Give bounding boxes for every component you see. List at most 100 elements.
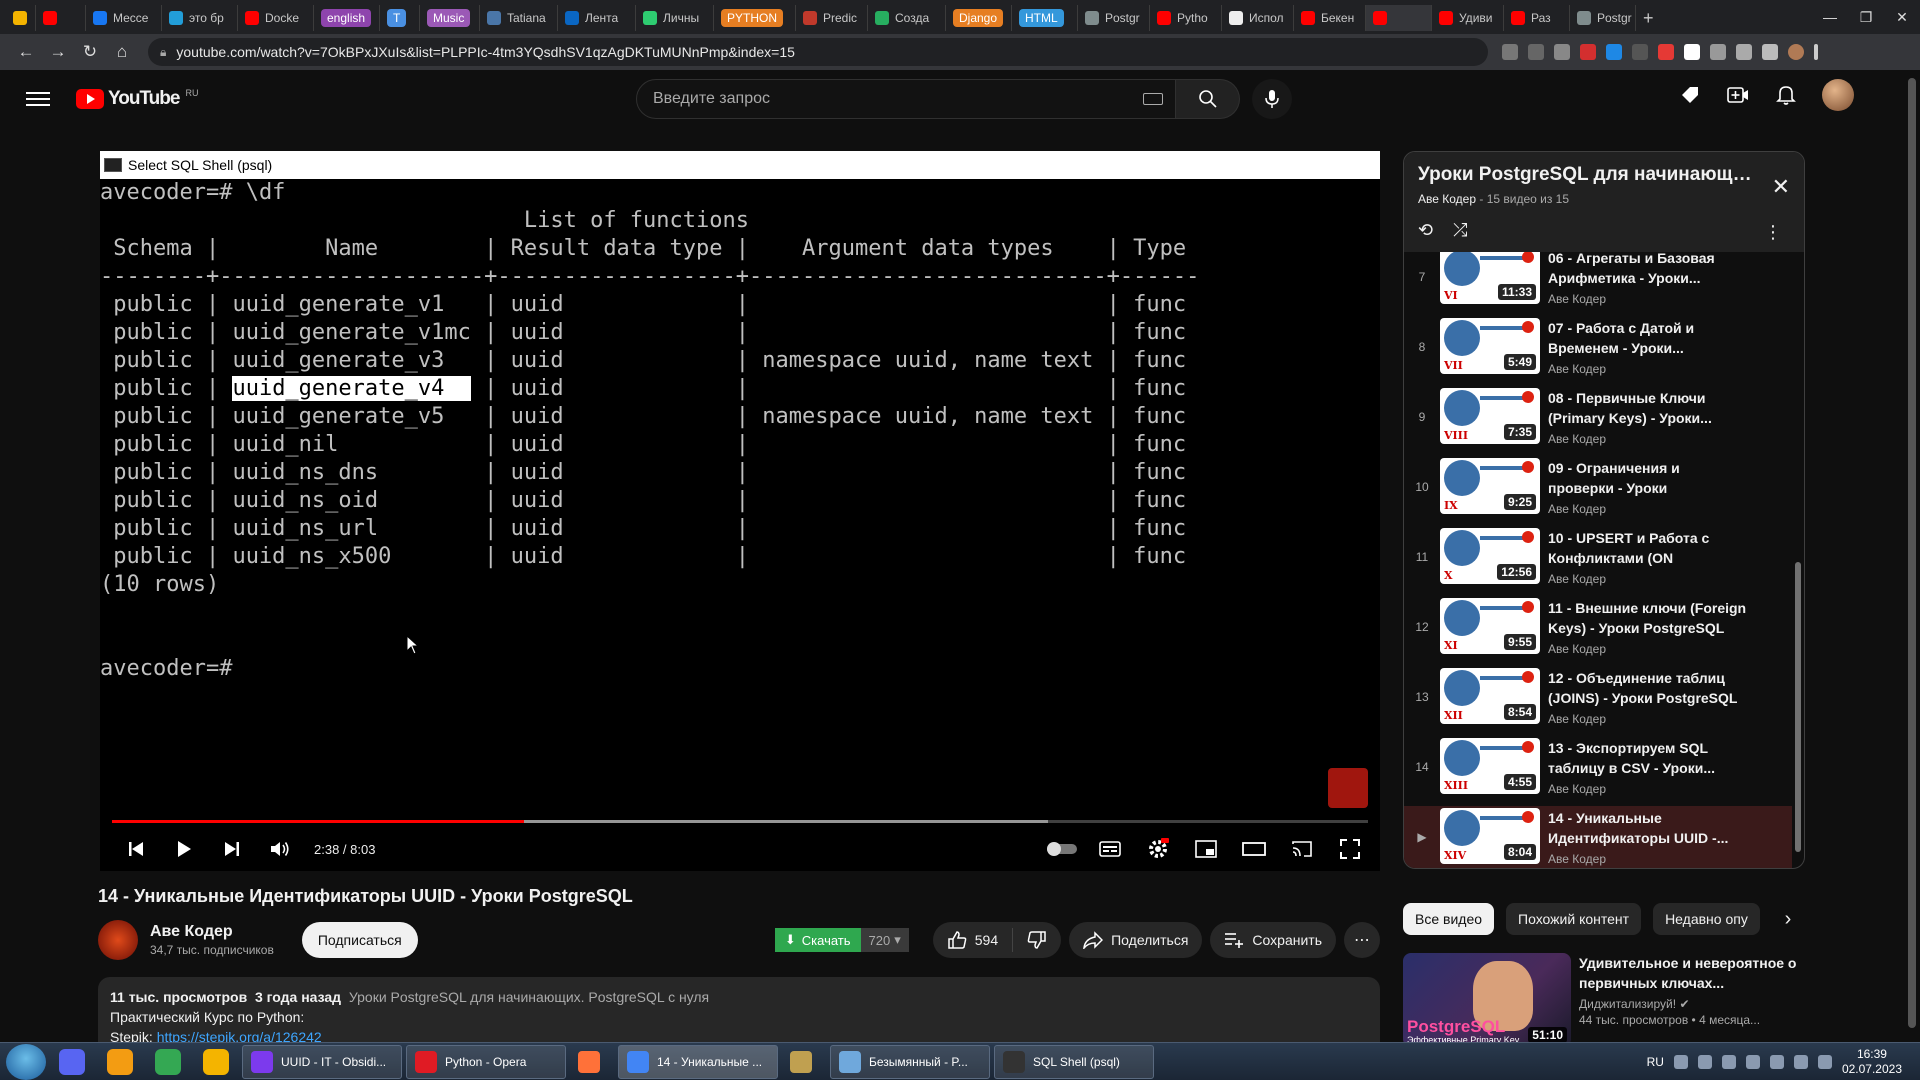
taskbar-pinned-app[interactable] [98, 1045, 142, 1079]
page-scrollbar[interactable] [1904, 70, 1920, 1042]
seek-bar[interactable] [112, 820, 1368, 823]
playlist-item[interactable]: 13 XII 8:54 12 - Объединение таблиц (JOINS)… [1404, 666, 1792, 736]
menu-icon[interactable] [1814, 44, 1818, 60]
browser-tab[interactable] [36, 5, 86, 31]
loop-icon[interactable]: ⟲ [1418, 220, 1433, 241]
autoplay-toggle[interactable] [1038, 827, 1086, 871]
install-icon[interactable] [1502, 44, 1518, 60]
share-button[interactable]: Поделиться [1069, 922, 1203, 958]
browser-tab[interactable]: Postgr [1570, 5, 1636, 31]
channel-watermark[interactable] [1328, 768, 1368, 808]
extension-icon[interactable] [1684, 44, 1700, 60]
taskbar-window[interactable]: Безымянный - P... [830, 1044, 990, 1079]
playlist-thumbnail[interactable]: X 12:56 [1440, 528, 1540, 584]
subtitles-button[interactable] [1086, 827, 1134, 871]
minimize-icon[interactable]: — [1812, 9, 1848, 25]
playlist-thumbnail[interactable]: XIII 4:55 [1440, 738, 1540, 794]
browser-tab[interactable]: PYTHON [714, 5, 796, 31]
browser-tab[interactable]: это бр [162, 5, 238, 31]
share-icon[interactable] [1528, 44, 1544, 60]
playlist-item[interactable]: 12 XI 9:55 11 - Внешние ключи (Foreign Keys… [1404, 596, 1792, 666]
close-icon[interactable]: ✕ [1772, 174, 1790, 200]
profile-avatar[interactable] [1788, 44, 1804, 60]
taskbar-pinned-app[interactable] [146, 1045, 190, 1079]
search-input[interactable]: Введите запрос [636, 79, 1176, 119]
start-button[interactable] [6, 1043, 46, 1080]
bookmark-star-icon[interactable] [1554, 44, 1570, 60]
playlist-item[interactable]: 7 VI 11:33 06 - Агрегаты и Базовая Арифмети… [1404, 252, 1792, 316]
play-button[interactable] [160, 827, 208, 871]
playlist-thumbnail[interactable]: XIV 8:04 [1440, 808, 1540, 864]
close-window-icon[interactable]: ✕ [1884, 9, 1920, 26]
browser-tab[interactable]: Личны [636, 5, 714, 31]
taskbar-window[interactable]: UUID - IT - Obsidi... [242, 1044, 402, 1079]
browser-tab[interactable]: Docke [238, 5, 314, 31]
quality-select[interactable]: 720 ▾ [860, 928, 909, 952]
playlist-owner[interactable]: Аве Кодер [1418, 192, 1476, 206]
taskbar-window[interactable] [570, 1045, 614, 1079]
browser-tab[interactable]: Лента [558, 5, 636, 31]
playlist-item[interactable]: 9 VIII 7:35 08 - Первичные Ключи (Primary K… [1404, 386, 1792, 456]
browser-tab[interactable]: Мессе [86, 5, 162, 31]
home-icon[interactable]: ⌂ [106, 38, 138, 66]
playlist-item[interactable]: 11 X 12:56 10 - UPSERT и Работа с Конфликта… [1404, 526, 1792, 596]
fullscreen-button[interactable] [1326, 827, 1374, 871]
account-avatar[interactable] [1822, 79, 1854, 111]
browser-tab[interactable]: HTML [1012, 5, 1078, 31]
filter-chip[interactable]: Недавно опу [1653, 903, 1760, 935]
more-actions-button[interactable]: ⋯ [1344, 922, 1380, 958]
taskbar-pinned-app[interactable] [194, 1045, 238, 1079]
recommended-thumbnail[interactable]: PostgreSQL Эффективные Primary Key 51:10 [1403, 953, 1571, 1047]
reload-icon[interactable]: ↻ [74, 38, 106, 66]
playlist-item[interactable]: 10 IX 9:25 09 - Ограничения и проверки - Ур… [1404, 456, 1792, 526]
playlist-item[interactable]: 14 XIII 4:55 13 - Экспортируем SQL таблицу … [1404, 736, 1792, 806]
extension-icon[interactable] [1632, 44, 1648, 60]
playlist-thumbnail[interactable]: VII 5:49 [1440, 318, 1540, 374]
network-icon[interactable] [1697, 1055, 1712, 1069]
puzzle-icon[interactable] [1710, 44, 1726, 60]
antivirus-icon[interactable] [1721, 1055, 1736, 1069]
taskbar-window[interactable]: 14 - Уникальные ... [618, 1044, 778, 1079]
taskbar-window[interactable]: Python - Opera [406, 1044, 566, 1079]
like-button[interactable]: 594 [933, 928, 1014, 952]
browser-tab[interactable]: Predic [796, 5, 868, 31]
clock[interactable]: 16:39 02.07.2023 [1842, 1047, 1902, 1077]
sidebar-icon[interactable] [1762, 44, 1778, 60]
browser-tab[interactable]: Django [946, 5, 1012, 31]
browser-tab[interactable] [6, 5, 36, 31]
browser-tab[interactable]: Postgr [1078, 5, 1150, 31]
shuffle-icon[interactable]: ⤮ [1453, 220, 1467, 241]
more-vertical-icon[interactable]: ⋮ [1764, 222, 1782, 243]
app-tray-icon[interactable] [1745, 1055, 1760, 1069]
playlist-scrollbar[interactable] [1795, 562, 1801, 852]
youtube-logo[interactable]: YouTube RU [76, 88, 198, 110]
browser-tab[interactable] [1366, 5, 1432, 31]
extension-icon[interactable] [1606, 44, 1622, 60]
menu-icon[interactable] [26, 92, 50, 106]
browser-tab[interactable]: Pytho [1150, 5, 1222, 31]
browser-tab[interactable]: T [380, 5, 420, 31]
playlist-thumbnail[interactable]: XII 8:54 [1440, 668, 1540, 724]
download-button[interactable]: ⬇ Скачать [774, 928, 861, 952]
recommended-title[interactable]: Удивительное и невероятное о первичных к… [1579, 953, 1799, 993]
browser-tab[interactable]: Удиви [1432, 5, 1504, 31]
browser-tab[interactable]: Бекен [1294, 5, 1366, 31]
volume-icon[interactable] [1817, 1055, 1832, 1069]
cast-button[interactable] [1278, 827, 1326, 871]
filter-chip[interactable]: Все видео [1403, 903, 1495, 935]
recommended-video[interactable]: PostgreSQL Эффективные Primary Key 51:10… [1403, 953, 1805, 1047]
description-box[interactable]: 11 тыс. просмотров 3 года назад Уроки Po… [98, 977, 1380, 1042]
keyboard-icon[interactable] [1143, 93, 1163, 105]
description-link[interactable]: https://stepik.org/a/126242 [157, 1029, 322, 1042]
playlist-thumbnail[interactable]: IX 9:25 [1440, 458, 1540, 514]
new-tab-button[interactable]: + [1636, 5, 1661, 31]
tray-expand-icon[interactable] [1673, 1055, 1688, 1069]
channel-avatar[interactable] [98, 920, 138, 960]
extension-icon[interactable] [1658, 44, 1674, 60]
app-tray-icon[interactable] [1769, 1055, 1784, 1069]
browser-tab[interactable]: Music [420, 5, 480, 31]
previous-button[interactable] [112, 827, 160, 871]
forward-icon[interactable]: → [42, 38, 74, 66]
playlist-thumbnail[interactable]: VIII 7:35 [1440, 388, 1540, 444]
extension-icon[interactable] [1580, 44, 1596, 60]
